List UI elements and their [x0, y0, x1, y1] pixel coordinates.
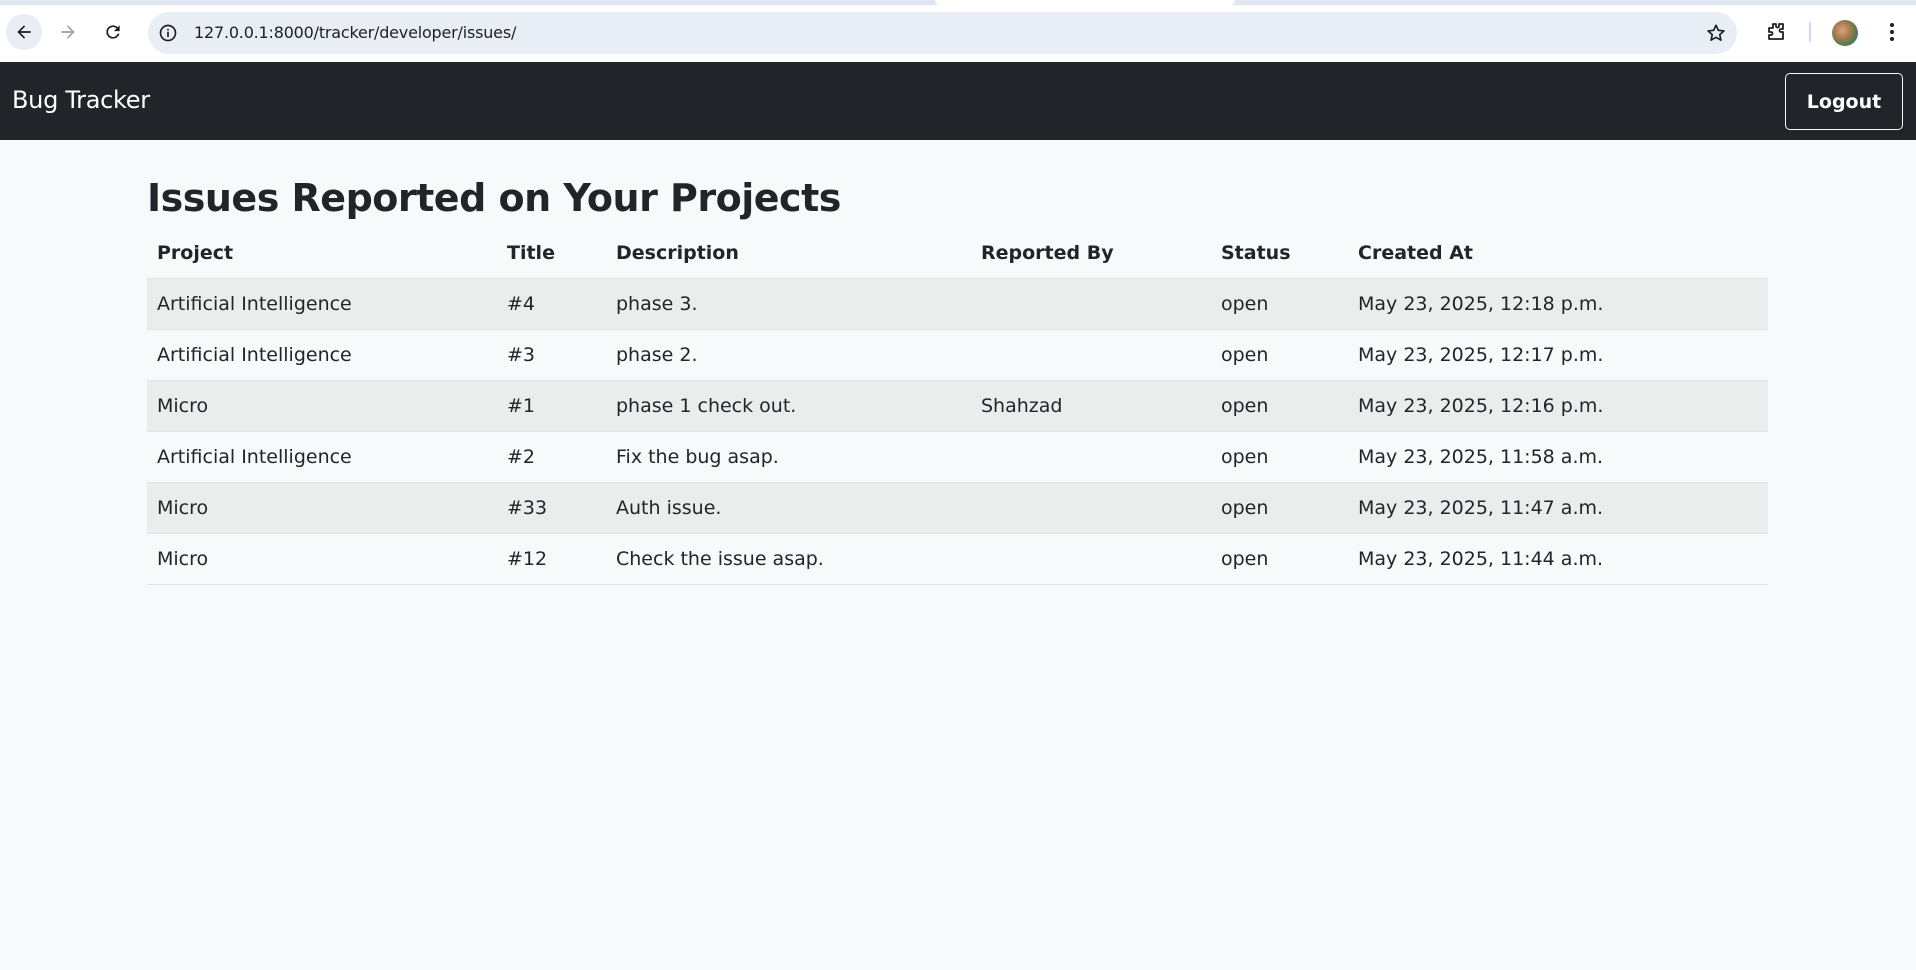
star-icon[interactable] [1705, 22, 1727, 44]
cell-reported-by [971, 431, 1211, 483]
issues-table: Project Title Description Reported By St… [147, 228, 1768, 585]
cell-project: Artificial Intelligence [147, 431, 497, 483]
cell-status: open [1211, 380, 1348, 432]
table-header-row: Project Title Description Reported By St… [147, 228, 1768, 279]
reload-button[interactable] [95, 14, 131, 50]
url-text[interactable]: 127.0.0.1:8000/tracker/developer/issues/ [194, 23, 516, 42]
cell-title: #3 [497, 329, 606, 381]
cell-status: open [1211, 329, 1348, 381]
table-row: Artificial Intelligence #2 Fix the bug a… [147, 431, 1768, 483]
column-header-description: Description [606, 228, 971, 279]
cell-reported-by [971, 533, 1211, 585]
cell-status: open [1211, 431, 1348, 483]
cell-title: #12 [497, 533, 606, 585]
cell-description: Auth issue. [606, 482, 971, 534]
cell-status: open [1211, 482, 1348, 534]
cell-title: #4 [497, 278, 606, 330]
cell-description: phase 1 check out. [606, 380, 971, 432]
cell-project: Micro [147, 380, 497, 432]
cell-reported-by [971, 329, 1211, 381]
info-icon[interactable] [158, 23, 178, 43]
table-row: Artificial Intelligence #3 phase 2. open… [147, 329, 1768, 381]
puzzle-icon[interactable] [1764, 20, 1788, 44]
cell-title: #33 [497, 482, 606, 534]
cell-reported-by [971, 278, 1211, 330]
tab-strip [0, 0, 1916, 5]
cell-project: Micro [147, 482, 497, 534]
cell-reported-by [971, 482, 1211, 534]
reload-icon [106, 25, 120, 39]
column-header-project: Project [147, 228, 497, 279]
cell-created-at: May 23, 2025, 12:17 p.m. [1348, 329, 1768, 381]
cell-created-at: May 23, 2025, 12:18 p.m. [1348, 278, 1768, 330]
cell-description: Check the issue asap. [606, 533, 971, 585]
cell-created-at: May 23, 2025, 12:16 p.m. [1348, 380, 1768, 432]
brand-link[interactable]: Bug Tracker [12, 86, 150, 114]
back-button[interactable] [6, 14, 42, 50]
logout-button[interactable]: Logout [1785, 73, 1903, 130]
forward-button[interactable] [50, 14, 86, 50]
cell-created-at: May 23, 2025, 11:58 a.m. [1348, 431, 1768, 483]
cell-title: #2 [497, 431, 606, 483]
cell-project: Artificial Intelligence [147, 329, 497, 381]
column-header-title: Title [497, 228, 606, 279]
app-navbar: Bug Tracker Logout [0, 62, 1916, 140]
cell-description: phase 3. [606, 278, 971, 330]
cell-created-at: May 23, 2025, 11:44 a.m. [1348, 533, 1768, 585]
table-row: Artificial Intelligence #4 phase 3. open… [147, 278, 1768, 330]
cell-description: Fix the bug asap. [606, 431, 971, 483]
table-row: Micro #33 Auth issue. open May 23, 2025,… [147, 482, 1768, 534]
column-header-status: Status [1211, 228, 1348, 279]
main-content: Issues Reported on Your Projects Project… [147, 140, 1768, 585]
cell-status: open [1211, 533, 1348, 585]
toolbar-divider [1809, 22, 1811, 42]
arrow-right-icon [61, 25, 75, 39]
column-header-created-at: Created At [1348, 228, 1768, 279]
address-bar[interactable]: 127.0.0.1:8000/tracker/developer/issues/ [148, 12, 1737, 54]
cell-created-at: May 23, 2025, 11:47 a.m. [1348, 482, 1768, 534]
browser-toolbar: 127.0.0.1:8000/tracker/developer/issues/ [0, 0, 1916, 62]
page-title: Issues Reported on Your Projects [147, 176, 841, 220]
cell-description: phase 2. [606, 329, 971, 381]
kebab-menu-icon[interactable] [1880, 20, 1904, 44]
cell-project: Artificial Intelligence [147, 278, 497, 330]
cell-reported-by: Shahzad [971, 380, 1211, 432]
avatar[interactable] [1832, 20, 1858, 46]
column-header-reported-by: Reported By [971, 228, 1211, 279]
cell-title: #1 [497, 380, 606, 432]
cell-project: Micro [147, 533, 497, 585]
cell-status: open [1211, 278, 1348, 330]
arrow-left-icon [17, 25, 31, 39]
table-row: Micro #1 phase 1 check out. Shahzad open… [147, 380, 1768, 432]
table-row: Micro #12 Check the issue asap. open May… [147, 533, 1768, 585]
